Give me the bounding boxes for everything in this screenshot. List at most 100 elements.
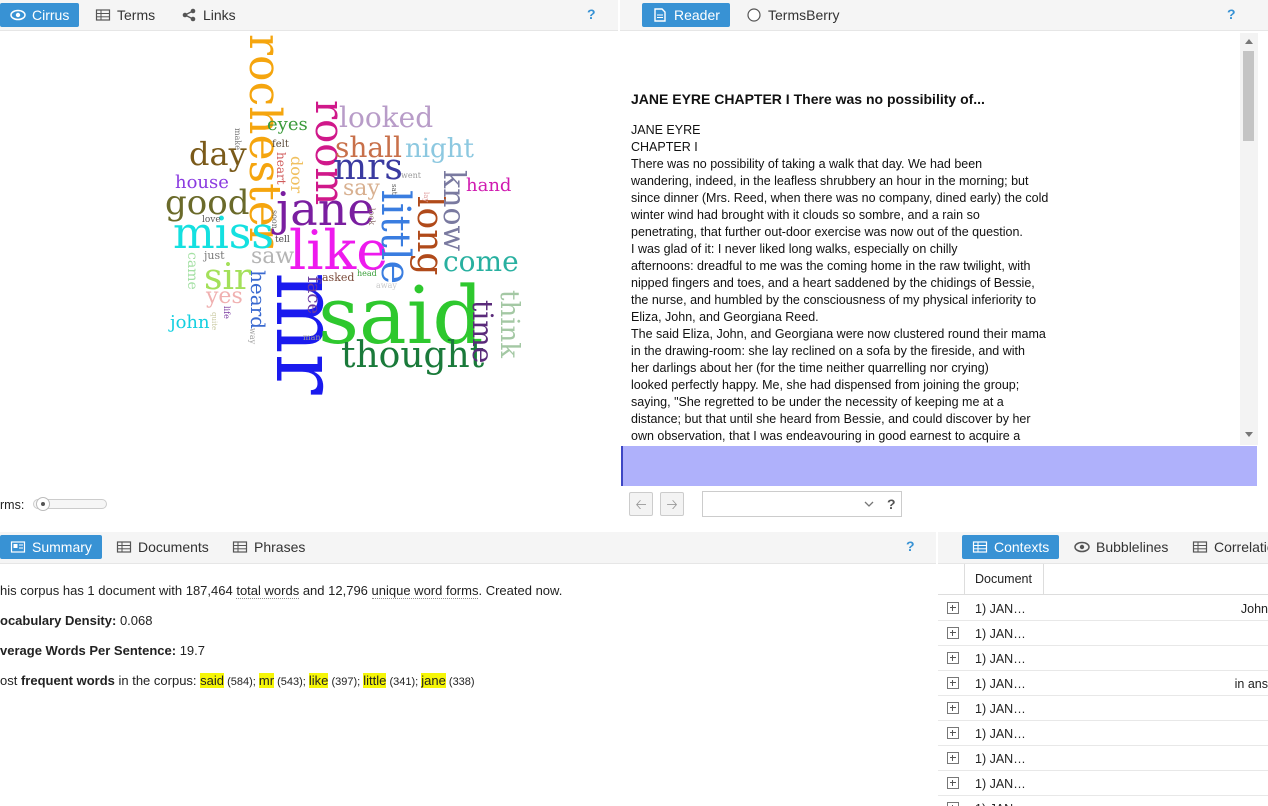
frequent-word[interactable]: little bbox=[363, 673, 387, 688]
cloud-word[interactable]: came bbox=[184, 252, 200, 290]
expand-icon[interactable] bbox=[947, 777, 959, 789]
cloud-word[interactable]: eyes bbox=[267, 116, 308, 134]
cloud-word[interactable]: looked bbox=[339, 104, 433, 132]
table-row[interactable]: 1) JAN… bbox=[938, 621, 1268, 646]
reader-scrollbar[interactable] bbox=[1240, 33, 1258, 445]
cloud-word[interactable]: went bbox=[401, 172, 421, 180]
slider-knob[interactable] bbox=[36, 497, 50, 511]
selector-help-icon[interactable]: ? bbox=[887, 496, 896, 512]
table-row[interactable]: 1) JAN… John bbox=[938, 596, 1268, 621]
cloud-word[interactable]: come bbox=[443, 248, 519, 276]
cloud-word[interactable]: head bbox=[357, 270, 377, 278]
cloud-word[interactable]: heart bbox=[274, 152, 288, 185]
tab-documents-label: Documents bbox=[138, 539, 209, 555]
cloud-word[interactable]: yes bbox=[206, 286, 243, 308]
tab-phrases-label: Phrases bbox=[254, 539, 306, 555]
unique-words-label[interactable]: unique word forms bbox=[371, 583, 479, 599]
expand-icon[interactable] bbox=[947, 802, 959, 806]
table-row[interactable]: 1) JAN… bbox=[938, 746, 1268, 771]
table-row[interactable]: 1) JAN… bbox=[938, 771, 1268, 796]
document-progress-band[interactable] bbox=[621, 446, 1257, 486]
frequent-word[interactable]: like bbox=[308, 673, 329, 688]
reader-help-button[interactable]: ? bbox=[1227, 6, 1236, 22]
cloud-word[interactable]: know bbox=[436, 170, 471, 251]
cloud-word[interactable]: sat bbox=[390, 184, 398, 195]
cloud-word[interactable]: lay bbox=[422, 192, 430, 202]
cloud-word[interactable]: face bbox=[303, 276, 324, 314]
tab-summary[interactable]: Summary bbox=[0, 535, 102, 559]
cloud-word[interactable]: love bbox=[202, 216, 221, 225]
scroll-down-icon[interactable] bbox=[1245, 432, 1253, 438]
cloud-word[interactable]: hand bbox=[466, 177, 511, 195]
cloud-word[interactable]: look bbox=[367, 208, 376, 225]
reader-line: distance; but that until she heard from … bbox=[631, 412, 1031, 426]
frequent-word[interactable]: mr bbox=[258, 673, 275, 688]
cloud-word[interactable]: asked bbox=[322, 272, 354, 283]
cloud-word[interactable]: shall bbox=[335, 134, 402, 162]
tab-contexts[interactable]: Contexts bbox=[962, 535, 1060, 559]
table-row[interactable]: 1) JAN… bbox=[938, 646, 1268, 671]
frequent-word[interactable]: jane bbox=[421, 673, 446, 688]
cloud-word[interactable]: house bbox=[175, 174, 229, 192]
cloud-word[interactable]: just bbox=[204, 250, 225, 261]
cloud-word[interactable]: make bbox=[233, 128, 242, 150]
expand-icon[interactable] bbox=[947, 602, 959, 614]
cirrus-help-button[interactable]: ? bbox=[587, 6, 596, 22]
tab-terms[interactable]: Terms bbox=[85, 3, 165, 27]
expand-icon[interactable] bbox=[947, 627, 959, 639]
frequent-word[interactable]: said bbox=[200, 673, 225, 688]
cloud-word[interactable]: time bbox=[466, 300, 499, 363]
summary-help-button[interactable]: ? bbox=[906, 538, 915, 554]
cloud-word[interactable]: felt bbox=[272, 140, 289, 150]
terms-slider[interactable] bbox=[33, 497, 107, 511]
cloud-word[interactable]: think bbox=[494, 290, 524, 358]
tab-termsberry[interactable]: TermsBerry bbox=[736, 3, 850, 27]
expand-icon[interactable] bbox=[947, 652, 959, 664]
table-row[interactable]: 1) JAN… bbox=[938, 796, 1268, 806]
reader-text: JANE EYRE CHAPTER I There was no possibi… bbox=[620, 33, 1240, 445]
document-selector[interactable]: ? bbox=[702, 491, 902, 517]
cloud-word[interactable]: away bbox=[376, 282, 397, 290]
cloud-word[interactable]: life bbox=[222, 306, 231, 319]
cloud-word[interactable]: soon bbox=[270, 210, 279, 229]
expand-icon[interactable] bbox=[947, 677, 959, 689]
expand-icon[interactable] bbox=[947, 727, 959, 739]
cloud-word[interactable]: quite bbox=[210, 312, 218, 330]
cloud-word[interactable]: night bbox=[405, 136, 474, 162]
scroll-up-icon[interactable] bbox=[1245, 38, 1253, 44]
reader-line: There was no possibility of taking a wal… bbox=[631, 157, 983, 171]
tab-links[interactable]: Links bbox=[171, 3, 246, 27]
prev-button[interactable]: 🡠 bbox=[629, 492, 653, 516]
total-words-label[interactable]: total words bbox=[236, 583, 300, 599]
cloud-word[interactable]: heard bbox=[246, 270, 270, 329]
tab-bubblelines[interactable]: Bubblelines bbox=[1064, 535, 1178, 559]
frequent-word-count: (338) bbox=[445, 676, 475, 688]
table-row[interactable]: 1) JAN… bbox=[938, 721, 1268, 746]
cloud-word[interactable]: john bbox=[170, 314, 210, 332]
radio-icon bbox=[746, 8, 762, 22]
cloud-word[interactable]: door bbox=[287, 156, 306, 193]
cloud-word[interactable]: say bbox=[343, 178, 380, 200]
scroll-thumb[interactable] bbox=[1243, 51, 1254, 141]
tab-documents[interactable]: Documents bbox=[106, 535, 219, 559]
expand-icon[interactable] bbox=[947, 702, 959, 714]
next-button[interactable]: 🡢 bbox=[660, 492, 684, 516]
tab-reader[interactable]: Reader bbox=[642, 3, 730, 27]
column-document[interactable]: Document bbox=[964, 564, 1044, 595]
table-icon bbox=[95, 8, 111, 22]
table-row[interactable]: 1) JAN… bbox=[938, 696, 1268, 721]
cloud-word[interactable]: man bbox=[303, 334, 321, 342]
table-row[interactable]: 1) JAN… in ans bbox=[938, 671, 1268, 696]
cloud-word[interactable]: tell bbox=[275, 236, 290, 245]
tab-cirrus[interactable]: Cirrus bbox=[0, 3, 80, 27]
tab-phrases[interactable]: Phrases bbox=[222, 535, 315, 559]
row-document: 1) JAN… bbox=[975, 777, 1026, 791]
expand-icon[interactable] bbox=[947, 752, 959, 764]
frequent-word-count: (341); bbox=[386, 676, 422, 688]
cloud-word[interactable]: way bbox=[248, 328, 257, 344]
tab-correlations[interactable]: Correlatio bbox=[1182, 535, 1268, 559]
cloud-word[interactable]: thought bbox=[341, 338, 484, 374]
contexts-panel: Contexts Bubblelines Correlatio Document… bbox=[938, 532, 1268, 806]
chevron-down-icon[interactable] bbox=[864, 501, 874, 508]
cloud-word[interactable]: saw bbox=[251, 246, 294, 268]
